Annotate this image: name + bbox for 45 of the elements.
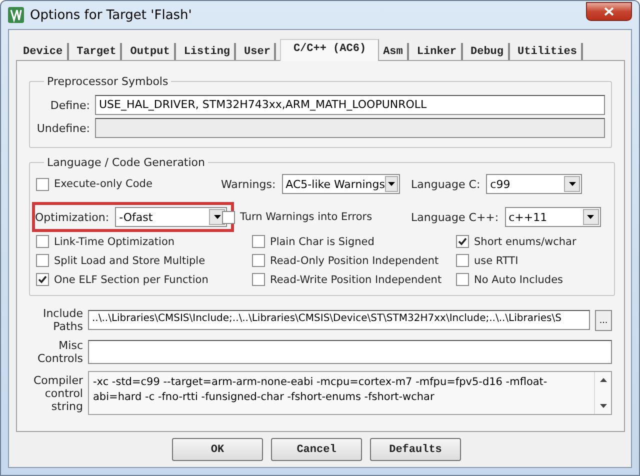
checkbox-label: Short enums/wchar xyxy=(474,236,576,248)
checkbox-label: Turn Warnings into Errors xyxy=(240,211,372,223)
dropdown[interactable]: -Ofast xyxy=(115,207,228,227)
checkbox-label: Execute-only Code xyxy=(54,178,152,190)
dialog-button[interactable]: OK xyxy=(172,438,263,461)
checkbox-option[interactable]: Short enums/wchar xyxy=(456,232,608,251)
input-field[interactable]: ..\..\Libraries\CMSIS\Include;..\..\Libraries\CMSIS\Device\ST\STM32H7xx\Include;..\..\Libraries\S xyxy=(88,310,590,330)
checkbox-label: Read-Write Position Independent xyxy=(270,274,442,286)
compiler-string: -xc -std=c99 --target=arm-arm-none-eabi -mcpu=cortex-m7 -mfpu=fpv5-d16 -mfloat-abi=hard -c -fno-rtti -funsigned-char -fshort-enums -fshort-wchar xyxy=(92,375,548,405)
select-label: Optimization: xyxy=(35,210,110,224)
checkbox-label: use RTTI xyxy=(474,254,518,266)
field-label: Include Paths xyxy=(42,307,83,333)
select-label: Language C: xyxy=(411,178,480,190)
field-label: Compiler control string xyxy=(32,374,83,412)
select-label: Warnings: xyxy=(221,178,276,190)
checkbox-option[interactable]: Execute-only Code xyxy=(36,174,222,194)
checkbox-option[interactable]: use RTTI xyxy=(456,251,608,270)
field-label: Misc Controls xyxy=(36,339,83,365)
dialog-button[interactable]: Cancel xyxy=(271,438,362,461)
group-title: Preprocessor Symbols xyxy=(46,75,170,88)
field-label: Define: xyxy=(49,98,90,112)
browse-button[interactable]: ... xyxy=(595,310,612,330)
window-title: Options for Target 'Flash' xyxy=(30,8,192,22)
input-field[interactable]: USE_HAL_DRIVER, STM32H743xx,ARM_MATH_LOOPUNROLL xyxy=(95,95,605,115)
checkbox-option[interactable]: Split Load and Store Multiple xyxy=(36,251,252,270)
checkbox-option[interactable]: Plain Char is Signed xyxy=(252,232,456,251)
checkbox-label: One ELF Section per Function xyxy=(54,274,208,286)
tab[interactable]: C/C++ (AC6) xyxy=(280,39,380,61)
checkbox-label: Link-Time Optimization xyxy=(54,236,175,248)
dialog-button[interactable]: Defaults xyxy=(370,438,461,461)
checkbox-label: Read-Only Position Independent xyxy=(270,254,439,266)
select-label: Language C++: xyxy=(411,210,499,224)
checkbox-label: Split Load and Store Multiple xyxy=(54,254,206,266)
checkbox-option[interactable]: Link-Time Optimization xyxy=(36,232,252,251)
checkbox-label: No Auto Includes xyxy=(474,274,564,286)
checkbox-option[interactable]: No Auto Includes xyxy=(456,270,608,289)
group-title: Language / Code Generation xyxy=(46,156,206,169)
dropdown[interactable]: AC5-like Warnings xyxy=(282,174,400,194)
dropdown[interactable]: c99 xyxy=(486,174,582,194)
checkbox-option[interactable]: Read-Only Position Independent xyxy=(252,251,456,270)
checkbox-option[interactable]: Read-Write Position Independent xyxy=(252,270,456,289)
dropdown[interactable]: c++11 xyxy=(504,207,601,227)
field-label: Undefine: xyxy=(36,122,90,134)
checkbox-label: Plain Char is Signed xyxy=(270,236,374,248)
checkbox-option[interactable]: One ELF Section per Function xyxy=(36,270,252,289)
